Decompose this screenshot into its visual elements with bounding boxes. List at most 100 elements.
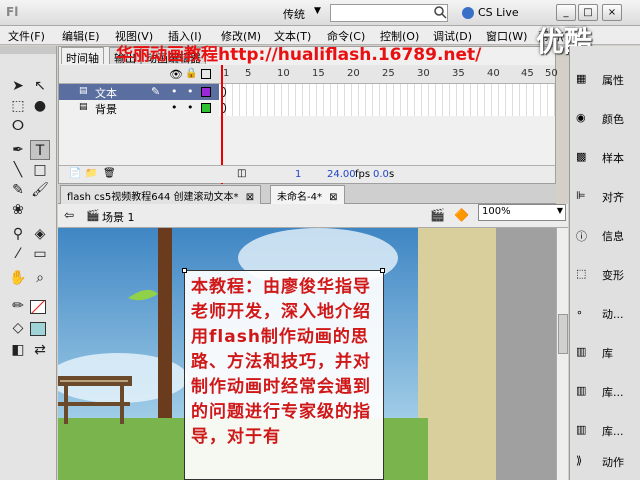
fill-color-swatch[interactable] (30, 322, 46, 336)
pencil-tool-icon[interactable]: ✎ (8, 180, 28, 200)
stroke-color-icon[interactable]: ✏ (8, 296, 28, 316)
layer-name[interactable]: 文本 (95, 85, 117, 101)
panel-library[interactable]: ▥ 库 (574, 337, 640, 367)
text-tool-icon[interactable]: T (30, 140, 50, 160)
chevron-down-icon[interactable]: ▼ (557, 206, 563, 215)
menu-file[interactable]: 文件(F) (8, 28, 45, 44)
visibility-dot[interactable]: • (171, 101, 178, 114)
edit-symbol-icon[interactable]: 🔶 (454, 208, 469, 222)
selection-tool-icon[interactable]: ➤ (8, 76, 28, 96)
bone-tool-icon[interactable]: ⚲ (8, 224, 28, 244)
zoom-tool-icon[interactable]: ⌕ (30, 268, 50, 288)
workspace-selector[interactable]: 传统 (283, 6, 305, 22)
fill-color-icon[interactable]: ◇ (8, 318, 28, 338)
hand-tool-icon[interactable]: ✋ (8, 268, 28, 288)
onion-skin-icon[interactable]: ◫ (237, 168, 246, 179)
close-icon[interactable]: ⊠ (329, 192, 337, 203)
chevron-down-icon[interactable]: ▼ (314, 6, 321, 16)
color-icon: ◉ (576, 111, 586, 124)
eye-icon[interactable]: 👁 (169, 68, 183, 81)
free-transform-tool-icon[interactable]: ⬚ (8, 96, 28, 116)
paint-bucket-tool-icon[interactable]: ◈ (30, 224, 50, 244)
black-white-icon[interactable]: ◧ (8, 340, 28, 360)
doc-tab-label[interactable]: flash cs5视频教程644 创建滚动文本* (67, 192, 239, 203)
lasso-tool-icon[interactable]: ⵔ (8, 116, 28, 136)
panel-properties[interactable]: ▦ 属性 (574, 64, 640, 94)
right-panel-dock: ▦ 属性 ◉ 颜色 ▩ 样本 ⊫ 对齐 ⓘ 信息 ⬚ 变形 ∘ 动... ▥ 库… (569, 46, 640, 480)
lock-icon[interactable]: 🔒 (185, 68, 197, 79)
frame-number: 1 (223, 68, 230, 79)
tools-panel-grip[interactable] (0, 46, 56, 54)
tab-timeline[interactable]: 时间轴 (61, 47, 104, 65)
doc-tab[interactable]: 未命名-4* ⊠ (270, 185, 345, 204)
search-icon[interactable] (433, 5, 447, 19)
menu-edit[interactable]: 编辑(E) (62, 28, 100, 44)
properties-icon: ▦ (576, 72, 587, 85)
frame-row[interactable] (219, 100, 555, 116)
restore-button[interactable]: □ (578, 4, 598, 21)
deco-tool-icon[interactable]: ❀ (8, 200, 28, 220)
layer-icon: ▤ (79, 102, 88, 112)
cs-live-icon[interactable] (462, 7, 474, 19)
minimize-button[interactable]: _ (556, 4, 576, 21)
layer-name[interactable]: 背景 (95, 101, 117, 117)
scrollbar-thumb[interactable] (558, 314, 568, 354)
frame-rate[interactable]: 24.00 (327, 169, 356, 180)
eyedropper-tool-icon[interactable]: ⁄ (8, 244, 28, 264)
panel-swatches[interactable]: ▩ 样本 (574, 142, 640, 172)
zoom-value[interactable]: 100% (482, 206, 511, 217)
panel-info[interactable]: ⓘ 信息 (574, 220, 640, 250)
doc-tab[interactable]: flash cs5视频教程644 创建滚动文本* ⊠ (60, 185, 262, 204)
panel-align[interactable]: ⊫ 对齐 (574, 181, 640, 211)
panel-library-3[interactable]: ▥ 库... (574, 415, 640, 445)
actions-icon: ⟫ (576, 454, 583, 467)
scene-label[interactable]: 场景 1 (102, 209, 135, 225)
current-frame[interactable]: 1 (295, 169, 301, 180)
3d-rotation-tool-icon[interactable]: ● (30, 96, 50, 116)
text-box-handle[interactable] (182, 268, 187, 273)
rectangle-tool-icon[interactable]: □ (30, 160, 50, 180)
layer-color-swatch[interactable] (201, 87, 211, 97)
close-icon[interactable]: ⊠ (246, 192, 254, 203)
brush-tool-icon[interactable]: 🖌 (30, 180, 50, 200)
swap-colors-icon[interactable]: ⇄ (30, 340, 50, 360)
text-box[interactable]: 本教程：由廖俊华指导老师开发，深入地介绍用flash制作动画的思路、方法和技巧，… (182, 268, 385, 480)
lock-dot[interactable]: • (187, 101, 194, 114)
close-button[interactable]: × (602, 4, 622, 21)
panel-library-2[interactable]: ▥ 库... (574, 376, 640, 406)
timeline-panel: 时间轴 输出 动画编辑器 👁 🔒 ▤ 文本 ✎ • • ▤ 背景 • • 1 5… (58, 46, 558, 185)
doc-tab-label[interactable]: 未命名-4* (277, 192, 322, 203)
layer-row[interactable]: ▤ 背景 • • (59, 100, 219, 116)
lock-dot[interactable]: • (187, 85, 194, 98)
line-tool-icon[interactable]: ╲ (8, 160, 28, 180)
stage-text[interactable]: 本教程：由廖俊华指导老师开发，深入地介绍用flash制作动画的思路、方法和技巧，… (191, 275, 379, 450)
pen-tool-icon[interactable]: ✒ (8, 140, 28, 160)
panel-transform[interactable]: ⬚ 变形 (574, 259, 640, 289)
edit-scene-icon[interactable]: 🎬 (430, 208, 445, 222)
cs-live-button[interactable]: CS Live (478, 6, 519, 19)
eraser-tool-icon[interactable]: ▭ (30, 244, 50, 264)
zoom-select[interactable]: 100% ▼ (478, 204, 566, 221)
layer-icon: ▤ (79, 86, 88, 96)
search-input[interactable] (330, 4, 448, 22)
stroke-color-swatch[interactable] (30, 300, 46, 314)
stage[interactable]: 本教程：由廖俊华指导老师开发，深入地介绍用flash制作动画的思路、方法和技巧，… (58, 228, 556, 480)
text-box-handle[interactable] (380, 268, 385, 273)
visibility-dot[interactable]: • (171, 85, 178, 98)
delete-layer-icon[interactable]: 🗑 (103, 168, 116, 179)
back-arrow-icon[interactable]: ⇦ (64, 208, 74, 222)
panel-actions[interactable]: ⟫ 动作 (574, 446, 640, 476)
panel-motion-presets[interactable]: ∘ 动... (574, 298, 640, 328)
elapsed-time[interactable]: 0.0 (373, 169, 389, 180)
layer-color-swatch[interactable] (201, 103, 211, 113)
frame-row[interactable] (219, 84, 555, 100)
menu-window[interactable]: 窗口(W) (486, 28, 527, 44)
subselection-tool-icon[interactable]: ↖ (30, 76, 50, 96)
frames-area[interactable]: 1 5 10 15 20 25 30 35 40 45 50 (219, 65, 558, 165)
vertical-scrollbar[interactable] (556, 228, 568, 480)
new-folder-icon[interactable]: 📁 (85, 168, 97, 179)
layer-row[interactable]: ▤ 文本 ✎ • • (59, 84, 219, 100)
panel-color[interactable]: ◉ 颜色 (574, 103, 640, 133)
outline-icon[interactable] (201, 69, 211, 79)
new-layer-icon[interactable]: 📄 (69, 168, 81, 179)
